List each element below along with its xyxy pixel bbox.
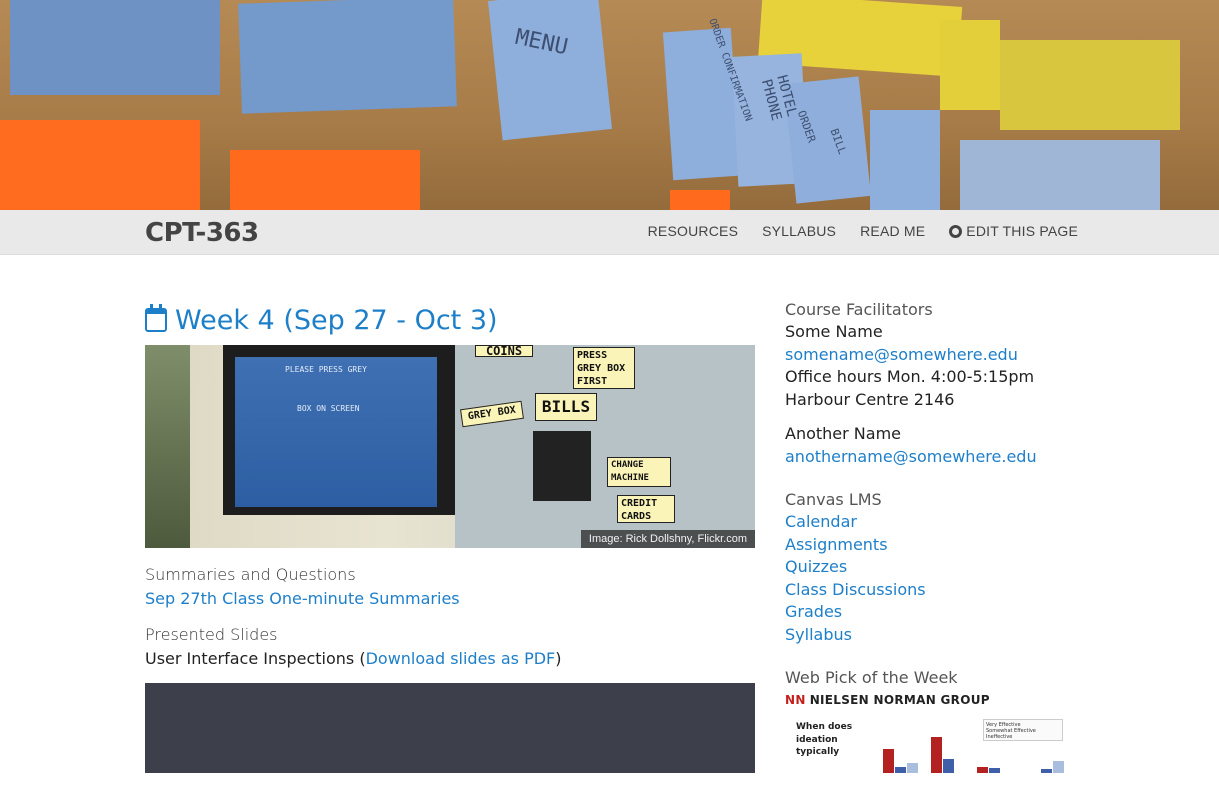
hero-banner: MENU ORDER CONFIRMATION HOTEL PHONE ORDE… (0, 0, 1219, 210)
nav-syllabus[interactable]: SYLLABUS (762, 223, 836, 239)
screen-text: BOX ON SCREEN (297, 404, 360, 413)
lms-link-calendar[interactable]: Calendar (785, 511, 1085, 534)
facilitators-heading: Course Facilitators (785, 300, 933, 319)
nav-resources[interactable]: RESOURCES (648, 223, 738, 239)
nng-legend: Very Effective Somewhat Effective Ineffe… (983, 719, 1063, 741)
facilitator-email[interactable]: anothername@somewhere.edu (785, 447, 1037, 466)
lms-link-quizzes[interactable]: Quizzes (785, 556, 1085, 579)
main-nav: RESOURCES SYLLABUS READ ME EDIT THIS PAG… (648, 223, 1078, 239)
facilitator-name: Another Name (785, 424, 901, 443)
nng-logo-mark: NN (785, 693, 806, 707)
nav-read-me[interactable]: READ ME (860, 223, 925, 239)
nng-question: When does ideation typically (796, 722, 853, 757)
nng-logo-text: NIELSEN NORMAN GROUP (809, 693, 990, 707)
facilitator-name: Some Name (785, 322, 883, 341)
sign-coins: COINS (475, 345, 533, 357)
nng-logo: NN NIELSEN NORMAN GROUP (785, 693, 1085, 707)
web-pick-image[interactable]: NN NIELSEN NORMAN GROUP When does ideati… (785, 693, 1085, 773)
top-navbar: CPT-363 RESOURCES SYLLABUS READ ME EDIT … (0, 210, 1219, 255)
summaries-heading: Summaries and Questions (145, 565, 356, 584)
summaries-link[interactable]: Sep 27th Class One-minute Summaries (145, 589, 755, 608)
calendar-icon (145, 304, 167, 332)
web-pick-section: Web Pick of the Week NN NIELSEN NORMAN G… (785, 668, 1085, 773)
lms-heading: Canvas LMS (785, 490, 882, 509)
week-heading: Week 4 (Sep 27 - Oct 3) (145, 300, 755, 340)
office-hours: Office hours Mon. 4:00-5:15pm (785, 367, 1035, 386)
site-brand[interactable]: CPT-363 (145, 218, 259, 248)
kiosk-photo: PLEASE PRESS GREY BOX ON SCREEN COINS PR… (145, 345, 755, 548)
lms-link-grades[interactable]: Grades (785, 601, 1085, 624)
github-icon (949, 224, 963, 238)
lms-link-assignments[interactable]: Assignments (785, 534, 1085, 557)
web-pick-heading: Web Pick of the Week (785, 668, 958, 687)
facilitators-section: Course Facilitators Some Name somename@s… (785, 300, 1085, 468)
embedded-video[interactable] (145, 683, 755, 773)
slides-heading: Presented Slides (145, 625, 278, 644)
week-title-text[interactable]: Week 4 (Sep 27 - Oct 3) (175, 305, 498, 336)
lms-link-syllabus[interactable]: Syllabus (785, 624, 1085, 647)
facilitator-email[interactable]: somename@somewhere.edu (785, 345, 1018, 364)
main-content: Week 4 (Sep 27 - Oct 3) PLEASE PRESS GRE… (145, 300, 755, 773)
download-slides-link[interactable]: Download slides as PDF (366, 649, 556, 668)
lms-link-class-discussions[interactable]: Class Discussions (785, 579, 1085, 602)
sign-change: CHANGE MACHINE (607, 457, 671, 487)
image-credit: Image: Rick Dollshny, Flickr.com (580, 530, 755, 548)
slides-line: User Interface Inspections (Download sli… (145, 649, 562, 668)
nav-edit-label: EDIT THIS PAGE (966, 223, 1078, 239)
lms-section: Canvas LMS Calendar Assignments Quizzes … (785, 490, 1085, 646)
sign-bills: BILLS (535, 393, 597, 421)
kiosk-screen: PLEASE PRESS GREY BOX ON SCREEN (235, 357, 437, 507)
sidebar: Course Facilitators Some Name somename@s… (785, 300, 1085, 785)
screen-text: PLEASE PRESS GREY (285, 365, 367, 374)
sign-credit: CREDIT CARDS (617, 495, 675, 523)
nav-edit-this-page[interactable]: EDIT THIS PAGE (949, 223, 1078, 239)
office-room: Harbour Centre 2146 (785, 389, 955, 409)
sign-press: PRESS GREY BOX FIRST (573, 347, 635, 389)
lms-links: Calendar Assignments Quizzes Class Discu… (785, 511, 1085, 646)
